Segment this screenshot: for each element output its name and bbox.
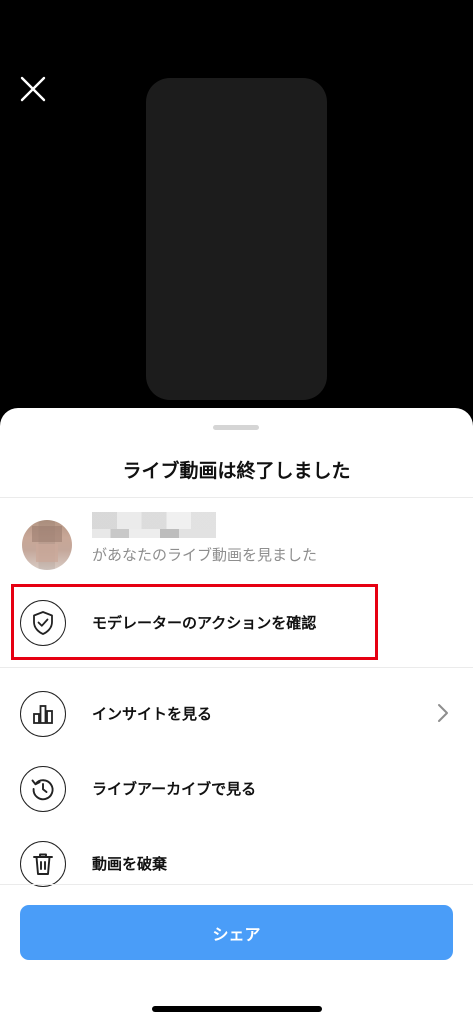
viewer-name-blurred-2 (92, 529, 216, 538)
home-indicator (152, 1006, 322, 1012)
viewer-text: があなたのライブ動画を見ました (92, 546, 318, 564)
sheet-title: ライブ動画は終了しました (122, 460, 351, 482)
trash-icon (20, 841, 66, 887)
discard-video-row[interactable]: 動画を破棄 (0, 829, 473, 899)
close-button[interactable] (18, 74, 48, 104)
sheet-grabber[interactable] (213, 425, 259, 430)
action-label: モデレーターのアクションを確認 (92, 614, 317, 632)
share-button[interactable]: シェア (20, 905, 453, 960)
history-icon (20, 766, 66, 812)
bar-chart-icon (20, 691, 66, 737)
view-in-live-archive-row[interactable]: ライブアーカイブで見る (0, 754, 473, 824)
shield-check-icon (20, 600, 66, 646)
divider (0, 667, 473, 668)
divider (0, 497, 473, 498)
action-label: インサイトを見る (92, 705, 213, 723)
live-ended-sheet: ライブ動画は終了しました があなたのライブ動画を見ました モデレーターのアクショ… (0, 408, 473, 1024)
action-label: 動画を破棄 (92, 855, 168, 873)
divider (0, 884, 473, 885)
action-label: ライブアーカイブで見る (92, 780, 257, 798)
review-moderator-actions-row[interactable]: モデレーターのアクションを確認 (0, 588, 473, 658)
view-insights-row[interactable]: インサイトを見る (0, 679, 473, 749)
live-video-preview (146, 78, 327, 400)
close-icon (20, 76, 46, 102)
avatar (22, 520, 72, 570)
chevron-right-icon (438, 704, 448, 722)
